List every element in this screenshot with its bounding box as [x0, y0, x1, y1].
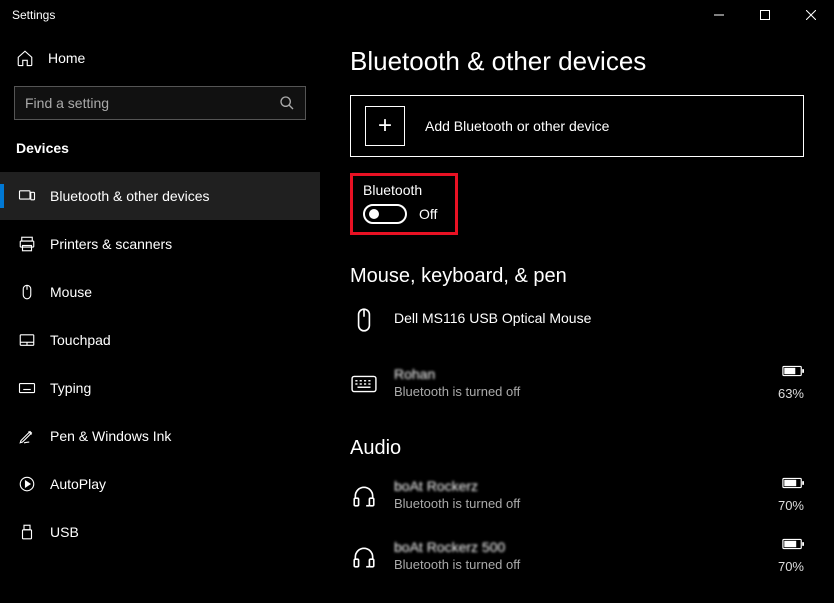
keyboard-icon	[350, 370, 378, 398]
category-title: Devices	[0, 134, 320, 172]
autoplay-icon	[18, 475, 36, 493]
device-status: Bluetooth is turned off	[394, 384, 762, 399]
nav-item-touchpad[interactable]: Touchpad	[0, 316, 320, 364]
nav-label: USB	[50, 524, 79, 540]
nav-item-autoplay[interactable]: AutoPlay	[0, 460, 320, 508]
nav-label: Bluetooth & other devices	[50, 188, 210, 204]
bluetooth-toggle-group: Bluetooth Off	[350, 173, 458, 235]
device-row[interactable]: Rohan Bluetooth is turned off 63%	[350, 358, 804, 407]
titlebar: Settings	[0, 0, 834, 30]
device-name: boAt Rockerz 500	[394, 539, 762, 555]
device-row[interactable]: boAt Rockerz Bluetooth is turned off 70%	[350, 470, 804, 519]
nav-label: Printers & scanners	[50, 236, 172, 252]
nav-item-mouse[interactable]: Mouse	[0, 268, 320, 316]
battery-percent: 63%	[778, 386, 804, 401]
mouse-icon	[350, 306, 378, 334]
battery-percent: 70%	[778, 498, 804, 513]
device-name: Rohan	[394, 366, 762, 382]
nav-item-pen[interactable]: Pen & Windows Ink	[0, 412, 320, 460]
main-content: Bluetooth & other devices + Add Bluetoot…	[320, 30, 834, 603]
nav-label: Pen & Windows Ink	[50, 428, 171, 444]
close-button[interactable]	[788, 0, 834, 30]
device-status: Bluetooth is turned off	[394, 557, 762, 572]
toggle-knob	[369, 209, 379, 219]
printer-icon	[18, 235, 36, 253]
section-heading-mouse-keyboard-pen: Mouse, keyboard, & pen	[350, 265, 804, 288]
touchpad-icon	[18, 331, 36, 349]
headset-icon	[350, 543, 378, 571]
page-title: Bluetooth & other devices	[350, 46, 804, 77]
add-device-button[interactable]: + Add Bluetooth or other device	[350, 95, 804, 157]
nav-item-printers[interactable]: Printers & scanners	[0, 220, 320, 268]
keyboard-icon	[18, 379, 36, 397]
nav-item-typing[interactable]: Typing	[0, 364, 320, 412]
usb-icon	[18, 523, 36, 541]
search-field[interactable]	[25, 95, 279, 111]
minimize-icon	[714, 10, 724, 20]
device-row[interactable]: Dell MS116 USB Optical Mouse	[350, 298, 804, 340]
nav-label: AutoPlay	[50, 476, 106, 492]
nav-label: Typing	[50, 380, 91, 396]
device-name: boAt Rockerz	[394, 478, 762, 494]
search-icon	[279, 95, 295, 111]
nav-label: Touchpad	[50, 332, 111, 348]
home-button[interactable]: Home	[0, 38, 320, 78]
nav-label: Mouse	[50, 284, 92, 300]
bluetooth-toggle[interactable]	[363, 204, 407, 224]
home-icon	[16, 49, 34, 67]
device-status: Bluetooth is turned off	[394, 496, 762, 511]
search-input[interactable]	[14, 86, 306, 120]
plus-icon: +	[365, 106, 405, 146]
nav-item-usb[interactable]: USB	[0, 508, 320, 556]
battery-icon	[778, 364, 804, 382]
close-icon	[806, 10, 816, 20]
mouse-icon	[18, 283, 36, 301]
minimize-button[interactable]	[696, 0, 742, 30]
maximize-icon	[760, 10, 770, 20]
device-row[interactable]: boAt Rockerz 500 Bluetooth is turned off…	[350, 531, 804, 580]
pen-icon	[18, 427, 36, 445]
home-label: Home	[48, 50, 85, 66]
battery-percent: 70%	[778, 559, 804, 574]
add-device-label: Add Bluetooth or other device	[425, 118, 609, 134]
nav-item-bluetooth[interactable]: Bluetooth & other devices	[0, 172, 320, 220]
window-title: Settings	[12, 8, 696, 22]
device-name: Dell MS116 USB Optical Mouse	[394, 310, 804, 326]
battery-icon	[778, 476, 804, 494]
headset-icon	[350, 482, 378, 510]
sidebar: Home Devices Bluetooth & other devices P…	[0, 30, 320, 603]
maximize-button[interactable]	[742, 0, 788, 30]
bluetooth-state: Off	[419, 206, 437, 222]
devices-icon	[18, 187, 36, 205]
battery-icon	[778, 537, 804, 555]
section-heading-audio: Audio	[350, 437, 804, 460]
bluetooth-label: Bluetooth	[363, 182, 437, 198]
